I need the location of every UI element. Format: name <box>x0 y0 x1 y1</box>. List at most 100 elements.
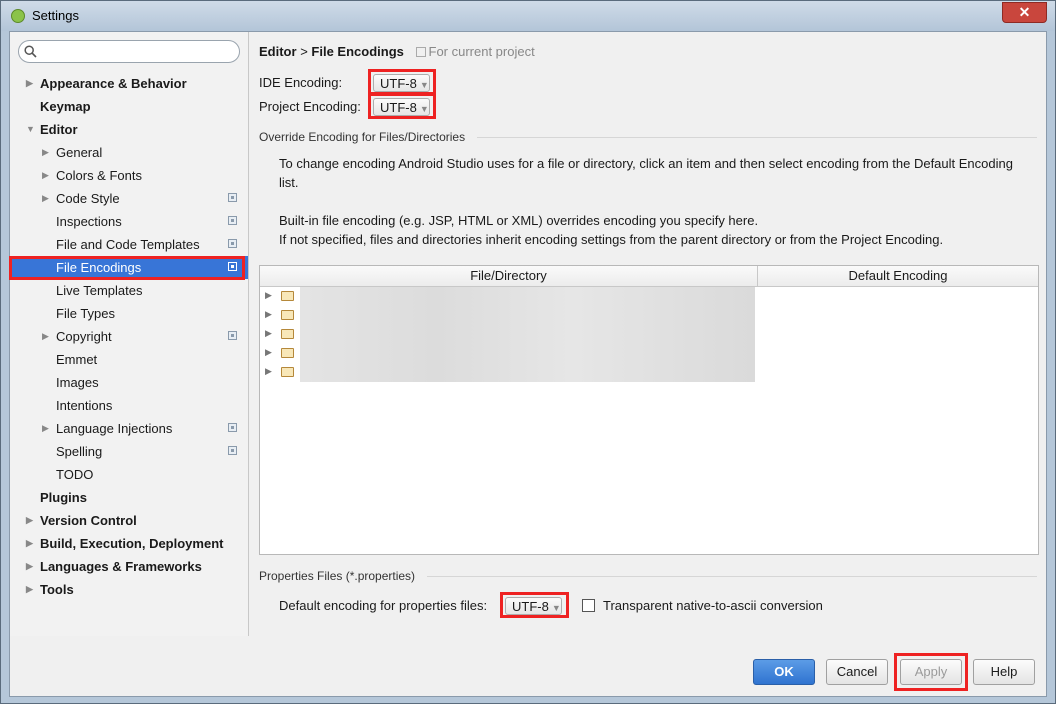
sidebar-item-languages-frameworks[interactable]: ▶ Languages & Frameworks <box>10 555 248 578</box>
help-button[interactable]: Help <box>973 659 1035 685</box>
close-button[interactable]: ✕ <box>1002 2 1047 23</box>
dialog-body: ▶ Appearance & Behavior Keymap ▼ Editor ▶ Gene… <box>9 31 1047 697</box>
expand-arrow-icon[interactable]: ▶ <box>42 164 49 187</box>
project-encoding-highlight <box>368 93 436 119</box>
project-scope-icon <box>228 216 237 225</box>
encoding-table: File/Directory Default Encoding ▶ ▶ ▶ ▶ ▶ <box>259 265 1039 555</box>
project-scope-icon <box>228 262 237 271</box>
expand-arrow-icon[interactable]: ▶ <box>26 72 33 95</box>
override-section-title: Override Encoding for Files/Directories <box>259 130 466 144</box>
sidebar-item-appearance-behavior[interactable]: ▶ Appearance & Behavior <box>10 72 248 95</box>
sidebar-item-general[interactable]: ▶ General <box>10 141 248 164</box>
project-scope-icon <box>228 193 237 202</box>
sidebar-item-label: TODO <box>56 467 94 482</box>
properties-encoding-highlight <box>500 592 569 618</box>
table-row[interactable]: ▶ <box>260 363 760 382</box>
sidebar-item-label: Editor <box>40 122 78 137</box>
sidebar-item-file-and-code-templates[interactable]: File and Code Templates <box>10 233 248 256</box>
obscured-path <box>300 325 755 344</box>
expand-arrow-icon[interactable]: ▶ <box>42 417 49 440</box>
properties-section-title: Properties Files (*.properties) <box>259 569 416 583</box>
sidebar-item-keymap[interactable]: Keymap <box>10 95 248 118</box>
column-header-file[interactable]: File/Directory <box>260 266 758 287</box>
expand-arrow-icon[interactable]: ▶ <box>42 141 49 164</box>
sidebar-item-build-execution-deployment[interactable]: ▶ Build, Execution, Deployment <box>10 532 248 555</box>
breadcrumb-parent: Editor <box>259 44 297 59</box>
sidebar-item-spelling[interactable]: Spelling <box>10 440 248 463</box>
sidebar-item-label: Plugins <box>40 490 87 505</box>
folder-icon <box>281 367 294 377</box>
sidebar-item-label: Intentions <box>56 398 113 413</box>
expand-arrow-icon[interactable]: ▶ <box>26 532 33 555</box>
project-scope-icon <box>415 47 426 57</box>
table-row[interactable]: ▶ <box>260 325 760 344</box>
sidebar-item-inspections[interactable]: Inspections <box>10 210 248 233</box>
column-header-encoding[interactable]: Default Encoding <box>758 266 1038 287</box>
sidebar-item-file-types[interactable]: File Types <box>10 302 248 325</box>
folder-icon <box>281 348 294 358</box>
sidebar-item-label: Code Style <box>56 191 120 206</box>
table-row[interactable]: ▶ <box>260 344 760 363</box>
sidebar-item-editor[interactable]: ▼ Editor <box>10 118 248 141</box>
expand-arrow-icon[interactable]: ▶ <box>265 366 272 377</box>
window-title: Settings <box>32 8 79 23</box>
sidebar-item-code-style[interactable]: ▶ Code Style <box>10 187 248 210</box>
table-row[interactable]: ▶ <box>260 287 760 306</box>
transparent-conversion-label: Transparent native-to-ascii conversion <box>603 598 823 613</box>
project-encoding-label: Project Encoding: <box>259 99 361 114</box>
folder-icon <box>281 310 294 320</box>
obscured-path <box>300 363 755 382</box>
expand-arrow-icon[interactable]: ▶ <box>265 309 272 320</box>
sidebar-item-label: Tools <box>40 582 74 597</box>
override-note-1: Built-in file encoding (e.g. JSP, HTML o… <box>279 213 759 228</box>
sidebar-item-label: Version Control <box>40 513 137 528</box>
sidebar-item-emmet[interactable]: Emmet <box>10 348 248 371</box>
folder-icon <box>281 291 294 301</box>
settings-sidebar: ▶ Appearance & Behavior Keymap ▼ Editor ▶ Gene… <box>9 32 249 636</box>
expand-arrow-icon[interactable]: ▶ <box>265 328 272 339</box>
breadcrumb: Editor > File Encodings For current proj… <box>259 44 535 59</box>
settings-window: Settings ✕ ▶ Appearance & Behavior Keymap ▼… <box>0 0 1056 704</box>
expand-arrow-icon[interactable]: ▶ <box>42 325 49 348</box>
sidebar-item-live-templates[interactable]: Live Templates <box>10 279 248 302</box>
expand-arrow-icon[interactable]: ▶ <box>26 509 33 532</box>
sidebar-item-todo[interactable]: TODO <box>10 463 248 486</box>
sidebar-item-plugins[interactable]: Plugins <box>10 486 248 509</box>
ok-button[interactable]: OK <box>753 659 815 685</box>
expand-arrow-icon[interactable]: ▶ <box>26 555 33 578</box>
sidebar-item-images[interactable]: Images <box>10 371 248 394</box>
sidebar-item-label: Colors & Fonts <box>56 168 142 183</box>
obscured-path <box>300 287 755 306</box>
scope-label: For current project <box>428 44 535 59</box>
table-row[interactable]: ▶ <box>260 306 760 325</box>
expand-arrow-icon[interactable]: ▶ <box>42 187 49 210</box>
override-note-2: If not specified, files and directories … <box>279 232 944 247</box>
project-scope-icon <box>228 331 237 340</box>
obscured-path <box>300 306 755 325</box>
sidebar-item-label: General <box>56 145 103 160</box>
transparent-conversion-checkbox[interactable] <box>582 599 595 612</box>
sidebar-item-tools[interactable]: ▶ Tools <box>10 578 248 601</box>
collapse-arrow-icon[interactable]: ▼ <box>26 118 35 141</box>
breadcrumb-separator: > <box>300 44 308 59</box>
expand-arrow-icon[interactable]: ▶ <box>265 347 272 358</box>
sidebar-item-label: Inspections <box>56 214 122 229</box>
sidebar-item-label: Appearance & Behavior <box>40 76 187 91</box>
cancel-button[interactable]: Cancel <box>826 659 888 685</box>
expand-arrow-icon[interactable]: ▶ <box>265 290 272 301</box>
project-scope-icon <box>228 239 237 248</box>
sidebar-item-label: File and Code Templates <box>56 237 200 252</box>
sidebar-item-label: Language Injections <box>56 421 173 436</box>
dialog-footer: OK Cancel Apply Help <box>10 636 1046 696</box>
sidebar-item-version-control[interactable]: ▶ Version Control <box>10 509 248 532</box>
expand-arrow-icon[interactable]: ▶ <box>26 578 33 601</box>
search-icon <box>24 45 37 58</box>
sidebar-item-intentions[interactable]: Intentions <box>10 394 248 417</box>
sidebar-item-colors-fonts[interactable]: ▶ Colors & Fonts <box>10 164 248 187</box>
file-encodings-panel: Editor > File Encodings For current proj… <box>249 32 1046 636</box>
android-studio-icon <box>11 9 25 23</box>
sidebar-item-file-encodings[interactable]: File Encodings <box>10 256 248 279</box>
search-input[interactable] <box>18 40 240 63</box>
sidebar-item-language-injections[interactable]: ▶ Language Injections <box>10 417 248 440</box>
sidebar-item-copyright[interactable]: ▶ Copyright <box>10 325 248 348</box>
